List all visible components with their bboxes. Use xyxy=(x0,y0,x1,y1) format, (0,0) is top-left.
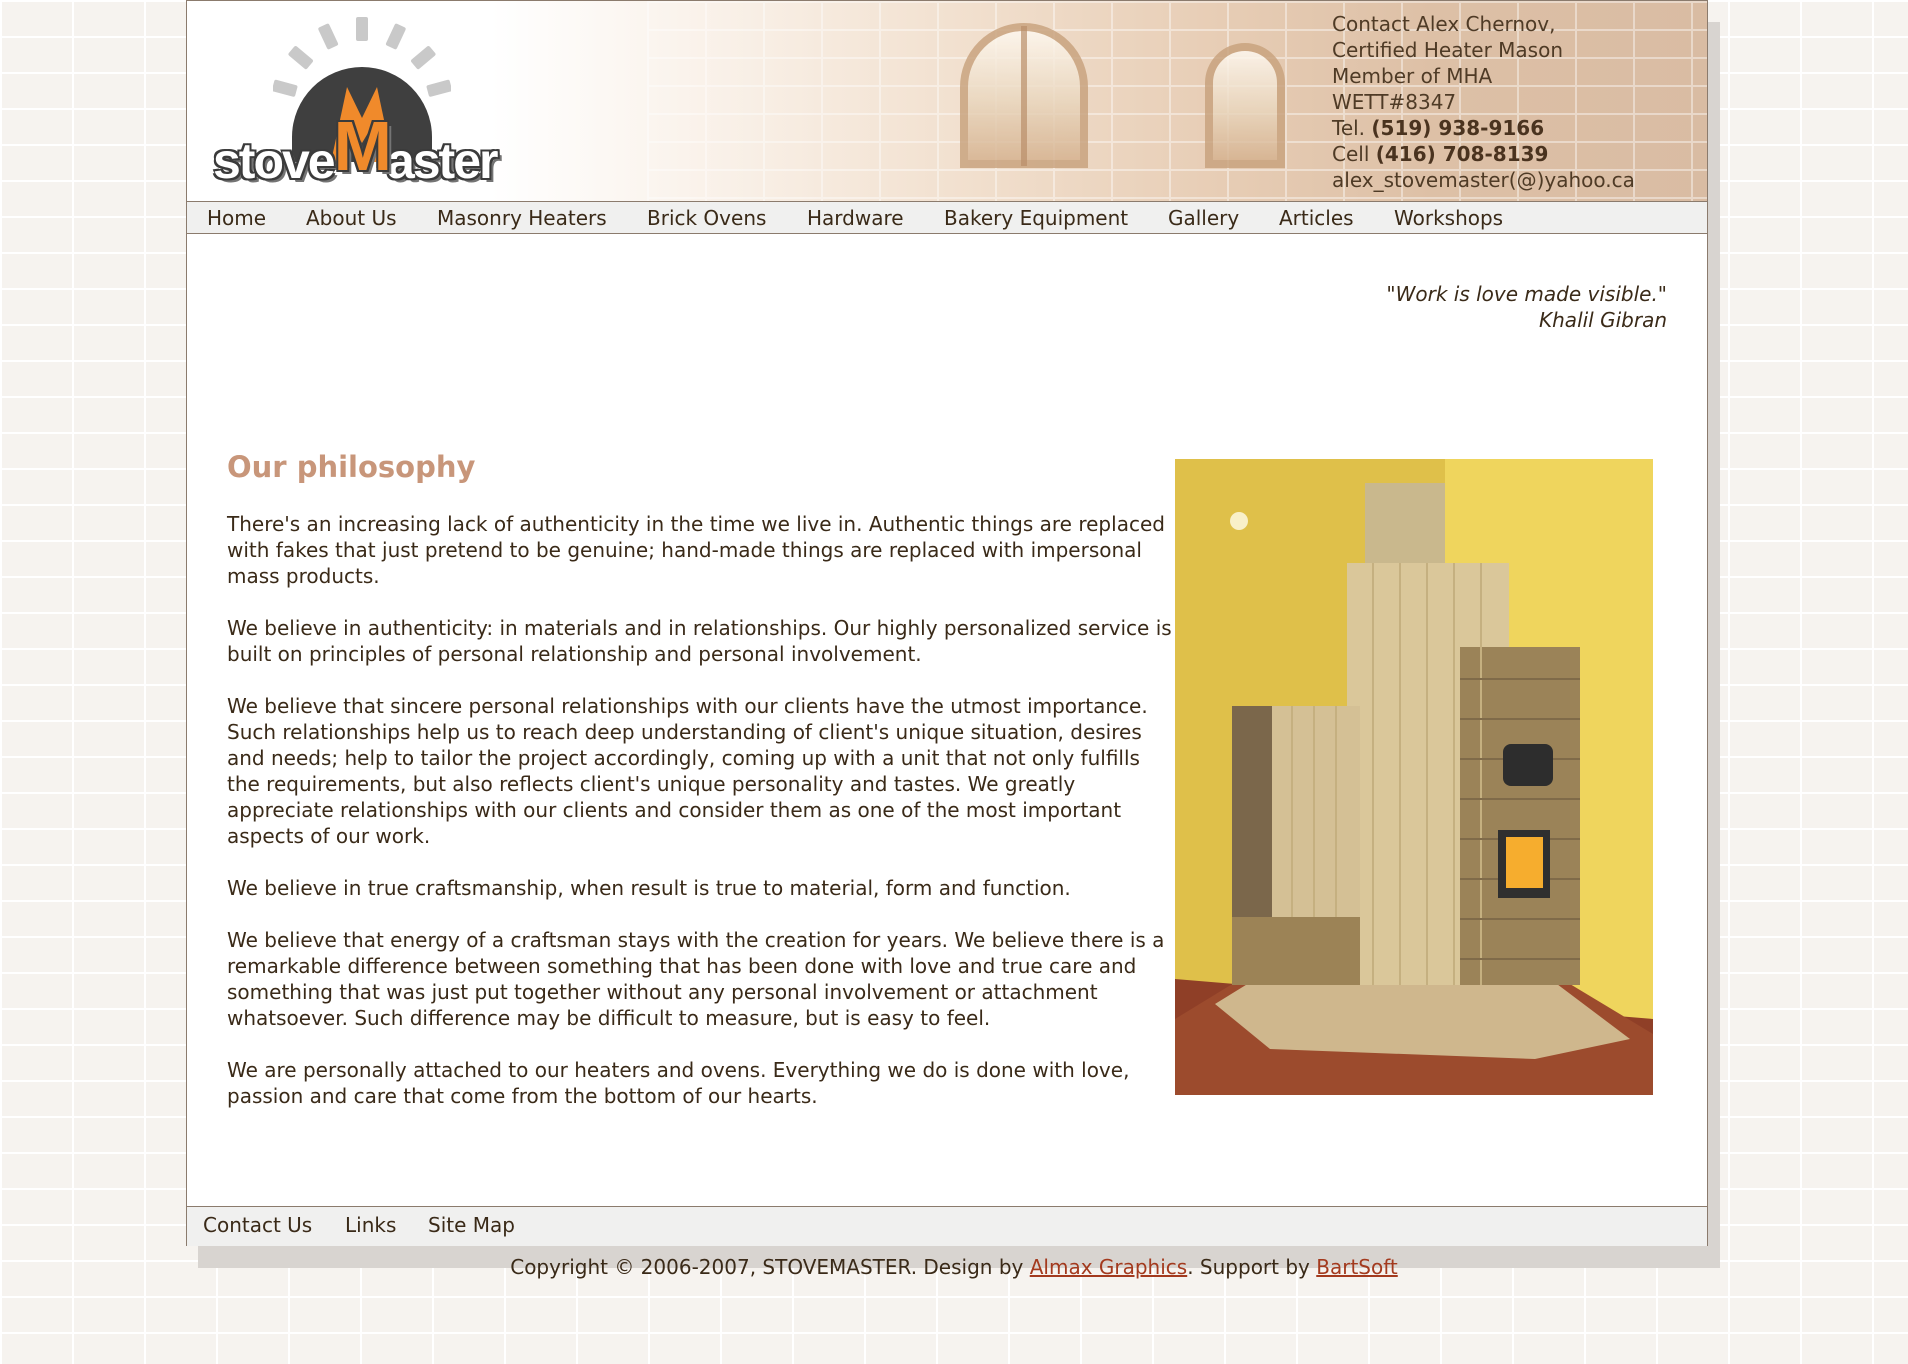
contact-telephone: Tel. (519) 938-9166 xyxy=(1332,115,1692,141)
nav-about-us[interactable]: About Us xyxy=(306,206,397,230)
paragraph: We are personally attached to our heater… xyxy=(227,1058,1130,1108)
masonry-heater-photo xyxy=(1175,459,1653,1095)
paragraph: We believe that sincere personal relatio… xyxy=(227,694,1148,848)
site-header: stoveMaster Contact Alex Chernov, Certif… xyxy=(187,1,1707,201)
cell-label: Cell xyxy=(1332,142,1376,166)
quote-text: "Work is love made visible." xyxy=(1386,282,1667,306)
contact-email: alex_stovemaster(@)yahoo.ca xyxy=(1332,168,1635,192)
paragraph: There's an increasing lack of authentici… xyxy=(227,512,1165,588)
telephone-number: (519) 938-9166 xyxy=(1371,116,1545,140)
logo-text-letter: M xyxy=(333,107,392,185)
nav-bakery-equipment[interactable]: Bakery Equipment xyxy=(944,206,1128,230)
bartsoft-link[interactable]: BartSoft xyxy=(1316,1255,1398,1279)
nav-brick-ovens[interactable]: Brick Ovens xyxy=(647,206,766,230)
header-window-mullion-art xyxy=(1021,26,1027,166)
page-container: stoveMaster Contact Alex Chernov, Certif… xyxy=(186,0,1708,1246)
page-quote: "Work is love made visible." Khalil Gibr… xyxy=(1386,281,1667,333)
masonry-heater-photo-icon xyxy=(1175,459,1653,1095)
telephone-label: Tel. xyxy=(1332,116,1372,140)
contact-line: WETT#8347 xyxy=(1332,90,1457,114)
copyright-footer: Copyright © 2006-2007, STOVEMASTER. Desi… xyxy=(0,1255,1908,1279)
footer-contact-us[interactable]: Contact Us xyxy=(203,1213,312,1237)
footer-navigation: Contact Us Links Site Map xyxy=(187,1206,1707,1246)
logo-text-before: stove xyxy=(213,133,336,189)
support-text: . Support by xyxy=(1187,1255,1317,1279)
nav-articles[interactable]: Articles xyxy=(1279,206,1354,230)
stovemaster-logo[interactable]: stoveMaster xyxy=(213,17,519,189)
header-side-window-art xyxy=(1205,43,1285,168)
contact-line: Member of MHA xyxy=(1332,64,1493,88)
footer-links[interactable]: Links xyxy=(345,1213,396,1237)
logo-wordmark: stoveMaster xyxy=(213,111,498,189)
philosophy-text: There's an increasing lack of authentici… xyxy=(227,511,1173,1135)
contact-line: Certified Heater Mason xyxy=(1332,38,1564,62)
nav-gallery[interactable]: Gallery xyxy=(1168,206,1239,230)
page-title: Our philosophy xyxy=(227,450,476,484)
footer-site-map[interactable]: Site Map xyxy=(428,1213,515,1237)
logo-text-after: aster xyxy=(386,133,499,189)
quote-author: Khalil Gibran xyxy=(1539,308,1667,332)
nav-workshops[interactable]: Workshops xyxy=(1394,206,1503,230)
nav-home[interactable]: Home xyxy=(207,206,266,230)
copyright-text: Copyright © 2006-2007, STOVEMASTER. Desi… xyxy=(510,1255,1030,1279)
cell-number: (416) 708-8139 xyxy=(1375,142,1549,166)
contact-cell: Cell (416) 708-8139 xyxy=(1332,141,1692,167)
paragraph: We believe in authenticity: in materials… xyxy=(227,616,1172,666)
paragraph: We believe in true craftsmanship, when r… xyxy=(227,876,1071,900)
nav-hardware[interactable]: Hardware xyxy=(807,206,904,230)
contact-line: Contact Alex Chernov, xyxy=(1332,12,1556,36)
nav-masonry-heaters[interactable]: Masonry Heaters xyxy=(437,206,607,230)
contact-info: Contact Alex Chernov, Certified Heater M… xyxy=(1332,11,1692,193)
main-navigation: Home About Us Masonry Heaters Brick Oven… xyxy=(187,201,1707,234)
almax-graphics-link[interactable]: Almax Graphics xyxy=(1030,1255,1188,1279)
paragraph: We believe that energy of a craftsman st… xyxy=(227,928,1165,1030)
